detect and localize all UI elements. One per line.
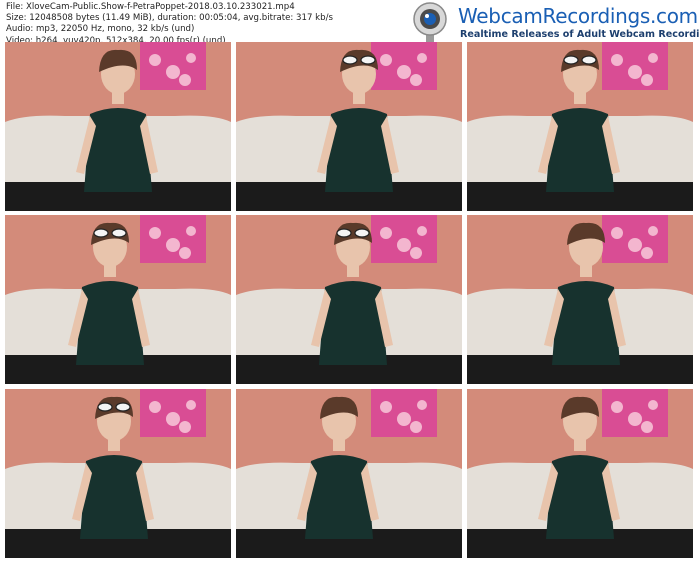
video-thumbnail (467, 389, 693, 558)
thumbnail-grid (0, 0, 700, 565)
video-thumbnail (236, 42, 462, 211)
video-thumbnail (236, 215, 462, 384)
video-thumbnail (5, 215, 231, 384)
video-thumbnail (5, 389, 231, 558)
video-thumbnail (467, 215, 693, 384)
video-thumbnail (5, 42, 231, 211)
video-thumbnail (467, 42, 693, 211)
video-thumbnail (236, 389, 462, 558)
